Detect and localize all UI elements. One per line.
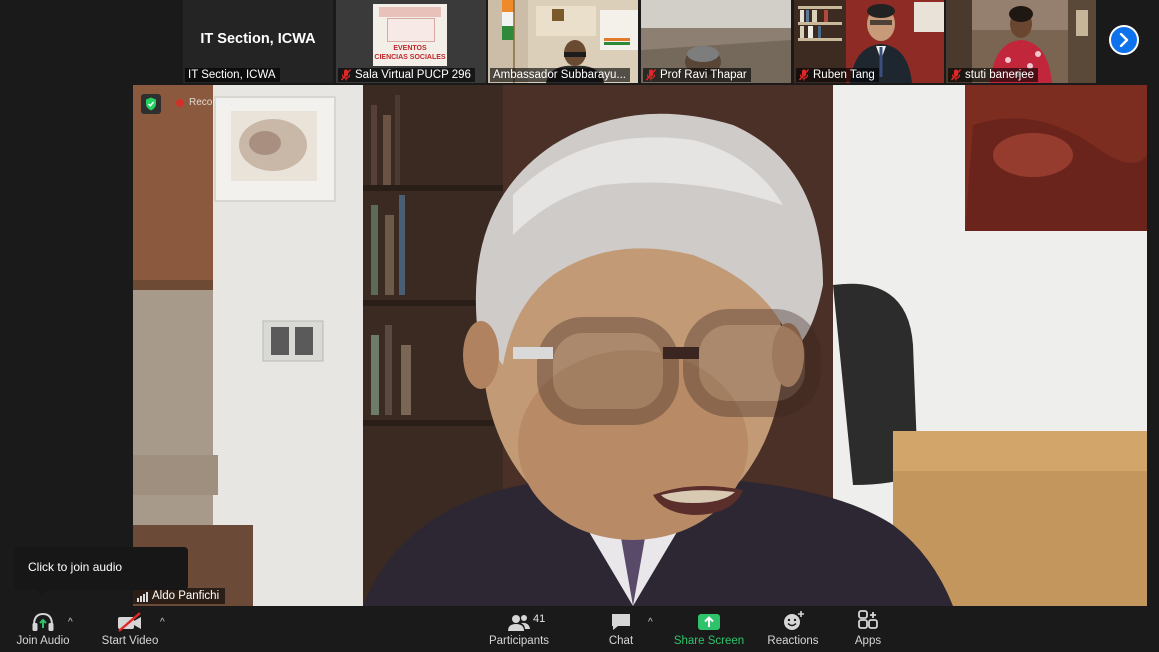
poster-line-1: EVENTOS (393, 45, 427, 52)
participant-tile-stuti-banerjee[interactable]: stuti banerjee (946, 0, 1096, 83)
chat-button[interactable]: Chat (600, 606, 642, 652)
recording-dot-icon (176, 98, 184, 107)
participant-tile-ruben-tang[interactable]: Ruben Tang (794, 0, 944, 83)
speaker-video-frame (133, 85, 1147, 606)
audio-options-caret[interactable]: ^ (68, 617, 73, 628)
poster-line-2: CIENCIAS SOCIALES (374, 54, 446, 61)
participant-name: Ambassador Subbarayu... (493, 69, 626, 81)
video-options-caret[interactable]: ^ (160, 617, 165, 628)
participant-name: stuti banerjee (965, 69, 1035, 81)
join-audio-tooltip: Click to join audio (14, 547, 188, 596)
participant-name: Prof Ravi Thapar (660, 69, 747, 81)
participant-name-label: Sala Virtual PUCP 296 (338, 68, 475, 82)
participant-name-label: Prof Ravi Thapar (643, 68, 751, 82)
participants-icon (508, 615, 530, 631)
meeting-toolbar: Join Audio ^ Start Video ^ Participants … (0, 606, 1159, 652)
tooltip-text: Click to join audio (28, 560, 123, 574)
speaker-name: Aldo Panfichi (152, 590, 220, 602)
muted-mic-icon (646, 69, 656, 81)
participant-tile-it-section[interactable]: IT Section, ICWA IT Section, ICWA (183, 0, 333, 83)
chat-options-caret[interactable]: ^ (648, 617, 653, 628)
join-audio-label: Join Audio (16, 635, 70, 647)
share-screen-icon (698, 614, 720, 630)
speaker-name-label: Aldo Panfichi (133, 588, 226, 604)
participant-name: Sala Virtual PUCP 296 (355, 69, 471, 81)
apps-label: Apps (854, 635, 882, 647)
share-screen-button[interactable]: Share Screen (674, 606, 744, 652)
signal-strength-icon (137, 592, 148, 602)
participant-name-label: Ambassador Subbarayu... (490, 68, 630, 82)
muted-mic-icon (799, 69, 809, 81)
participant-tile-sala-virtual[interactable]: EVENTOS CIENCIAS SOCIALES Sala Virtual P… (336, 0, 486, 83)
chat-label: Chat (608, 635, 634, 647)
chevron-right-icon (1119, 33, 1129, 47)
reactions-label: Reactions (767, 635, 819, 647)
participants-label: Participants (488, 635, 550, 647)
participant-name: IT Section, ICWA (188, 69, 276, 81)
shield-check-icon (146, 97, 156, 111)
participant-name-label: Ruben Tang (796, 68, 879, 82)
headphones-icon (32, 612, 54, 631)
reactions-button[interactable]: Reactions (766, 606, 820, 652)
participant-name: Ruben Tang (813, 69, 875, 81)
apps-button[interactable]: Apps (852, 606, 884, 652)
join-audio-button[interactable]: Join Audio (14, 606, 72, 652)
start-video-button[interactable]: Start Video (100, 606, 160, 652)
active-speaker-video (133, 85, 1147, 606)
gallery-strip: IT Section, ICWA IT Section, ICWA EVENTO… (0, 0, 1159, 85)
muted-mic-icon (341, 69, 351, 81)
participant-name-label: IT Section, ICWA (185, 68, 280, 82)
apps-icon (858, 610, 878, 629)
muted-mic-icon (951, 69, 961, 81)
chat-bubble-icon (612, 614, 630, 630)
share-screen-label: Share Screen (673, 635, 745, 647)
video-off-icon (118, 612, 141, 632)
recording-indicator: Recording (176, 97, 235, 108)
participants-count: 41 (533, 613, 546, 625)
gallery-next-page-button[interactable] (1109, 25, 1139, 55)
reactions-smiley-icon (784, 611, 804, 630)
start-video-label: Start Video (101, 635, 159, 647)
participant-display-name: IT Section, ICWA (200, 31, 316, 47)
event-poster: EVENTOS CIENCIAS SOCIALES (373, 4, 447, 66)
encryption-shield-icon[interactable] (141, 94, 161, 114)
participant-tile-ambassador[interactable]: Ambassador Subbarayu... (488, 0, 638, 83)
participant-name-label: stuti banerjee (948, 68, 1039, 82)
recording-label: Recording (189, 97, 235, 108)
participant-tile-ravi-thapar[interactable]: Prof Ravi Thapar (641, 0, 791, 83)
